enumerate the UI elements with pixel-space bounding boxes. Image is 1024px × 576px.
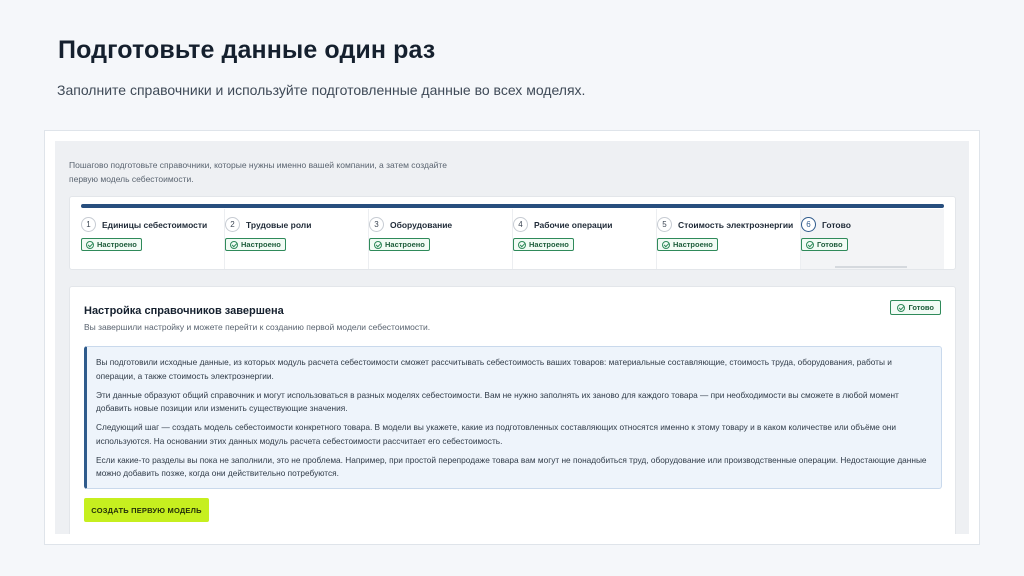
step-label: Рабочие операции bbox=[534, 219, 613, 230]
step-label: Стоимость электроэнергии bbox=[678, 219, 794, 230]
check-circle-icon bbox=[374, 240, 382, 249]
step-done[interactable]: 6 Готово Готово bbox=[801, 209, 944, 269]
step-number: 4 bbox=[513, 217, 528, 232]
intro-text: Пошагово подготовьте справочники, которы… bbox=[69, 160, 447, 184]
status-badge: Настроено bbox=[657, 238, 718, 251]
setup-stepper: 1 Единицы себестоимости Настроено 2 Труд… bbox=[69, 196, 956, 270]
status-badge: Настроено bbox=[81, 238, 142, 251]
step-number: 5 bbox=[657, 217, 672, 232]
info-paragraph: Если какие-то разделы вы пока не заполни… bbox=[96, 454, 927, 479]
step-labor-roles[interactable]: 2 Трудовые роли Настроено bbox=[225, 209, 369, 269]
step-equipment[interactable]: 3 Оборудование Настроено bbox=[369, 209, 513, 269]
done-status-badge: Готово bbox=[890, 300, 941, 315]
completion-title: Настройка справочников завершена bbox=[84, 305, 284, 317]
check-circle-icon bbox=[518, 240, 526, 249]
check-circle-icon bbox=[897, 303, 906, 312]
check-circle-icon bbox=[662, 240, 670, 249]
step-work-operations[interactable]: 4 Рабочие операции Настроено bbox=[513, 209, 657, 269]
info-paragraph: Вы подготовили исходные данные, из котор… bbox=[96, 357, 892, 381]
step-cost-units[interactable]: 1 Единицы себестоимости Настроено bbox=[81, 209, 225, 269]
slide-title: Подготовьте данные один раз bbox=[58, 36, 436, 64]
check-circle-icon bbox=[86, 240, 94, 249]
step-label: Оборудование bbox=[390, 219, 453, 230]
status-badge: Готово bbox=[801, 238, 848, 251]
status-badge: Настроено bbox=[513, 238, 574, 251]
active-step-indicator bbox=[835, 266, 907, 268]
status-badge: Настроено bbox=[369, 238, 430, 251]
create-first-model-button[interactable]: СОЗДАТЬ ПЕРВУЮ МОДЕЛЬ bbox=[84, 498, 209, 522]
step-label: Трудовые роли bbox=[246, 219, 312, 230]
step-number: 2 bbox=[225, 217, 240, 232]
status-badge: Настроено bbox=[225, 238, 286, 251]
info-callout: Вы подготовили исходные данные, из котор… bbox=[84, 346, 942, 489]
check-circle-icon bbox=[230, 240, 238, 249]
step-electricity-cost[interactable]: 5 Стоимость электроэнергии Настроено bbox=[657, 209, 801, 269]
screenshot-frame: Пошагово подготовьте справочники, которы… bbox=[44, 130, 980, 545]
step-number: 6 bbox=[801, 217, 816, 232]
check-circle-icon bbox=[806, 240, 814, 249]
completion-card: Настройка справочников завершена Вы заве… bbox=[69, 286, 956, 534]
slide-subtitle: Заполните справочники и используйте подг… bbox=[57, 82, 586, 98]
step-number: 3 bbox=[369, 217, 384, 232]
step-number: 1 bbox=[81, 217, 96, 232]
completion-subtitle: Вы завершили настройку и можете перейти … bbox=[84, 322, 431, 332]
stepper-progress-bar bbox=[81, 204, 944, 208]
info-paragraph: Эти данные образуют общий справочник и м… bbox=[96, 389, 899, 414]
info-paragraph: Следующий шаг — создать модель себестоим… bbox=[96, 422, 897, 446]
step-label: Готово bbox=[822, 219, 851, 230]
step-label: Единицы себестоимости bbox=[102, 219, 208, 230]
app-window: Пошагово подготовьте справочники, которы… bbox=[55, 141, 969, 534]
